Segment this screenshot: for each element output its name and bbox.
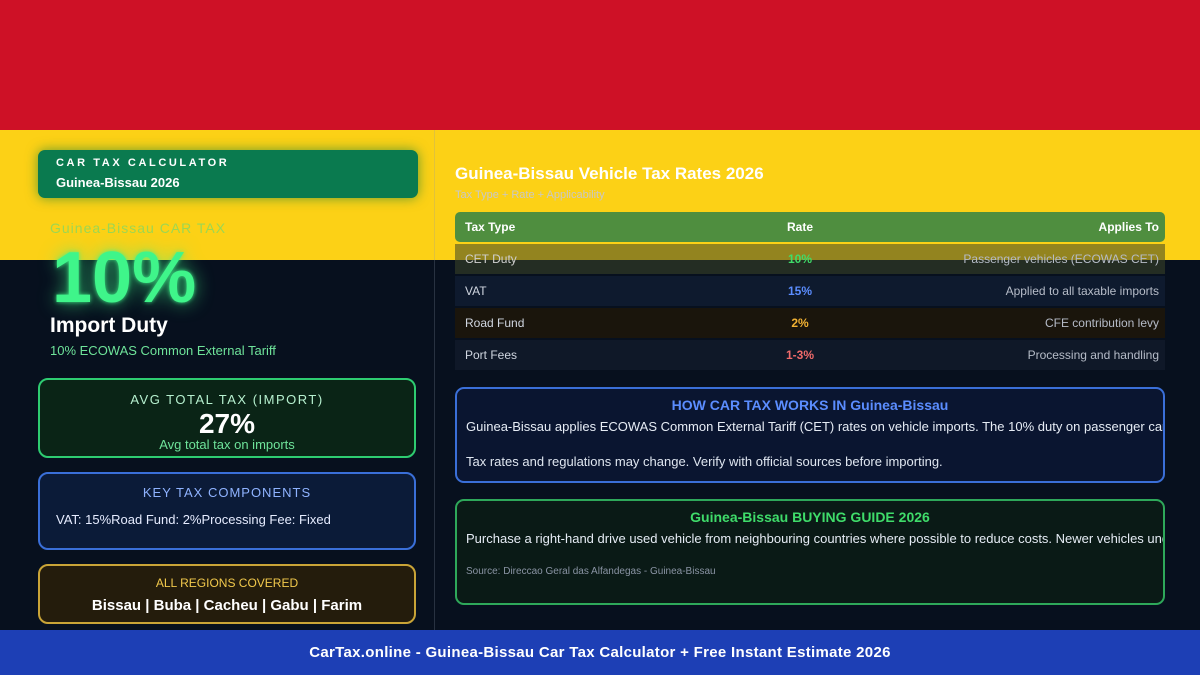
hero-label: Import Duty: [50, 314, 168, 337]
footer-text: CarTax.online - Guinea-Bissau Car Tax Ca…: [309, 644, 891, 661]
header-tax-type: Tax Type: [465, 220, 516, 234]
table-header: Tax Type Rate Applies To: [455, 212, 1165, 242]
row-rate: 15%: [787, 284, 813, 298]
avg-card-title: AVG TOTAL TAX (IMPORT): [130, 392, 324, 407]
badge-subtitle: Guinea-Bissau 2026: [56, 175, 180, 190]
how-it-works-panel: HOW CAR TAX WORKS IN Guinea-Bissau Guine…: [455, 387, 1165, 483]
how-note: Tax rates and regulations may change. Ve…: [466, 454, 943, 469]
hero-rate: 10%: [52, 238, 197, 318]
row-tax-type: Road Fund: [465, 316, 525, 330]
table-row: Port Fees 1-3% Processing and handling: [455, 340, 1165, 370]
guide-source: Source: Direccao Geral das Alfandegas - …: [466, 566, 716, 577]
column-divider: [434, 130, 435, 630]
row-rate: 2%: [791, 316, 809, 330]
row-applies-to: Processing and handling: [1027, 348, 1159, 362]
header-rate: Rate: [786, 220, 813, 234]
flag-red-band: [0, 0, 1200, 130]
row-rate: 1-3%: [785, 348, 814, 362]
components-card-title: KEY TAX COMPONENTS: [142, 485, 312, 500]
regions-card: ALL REGIONS COVERED Bissau | Buba | Cach…: [38, 564, 416, 624]
regions-card-title: ALL REGIONS COVERED: [155, 576, 299, 590]
avg-total-tax-card: AVG TOTAL TAX (IMPORT) 27% Avg total tax…: [38, 378, 416, 458]
row-tax-type: VAT: [465, 284, 487, 298]
table-row: VAT 15% Applied to all taxable imports: [455, 276, 1165, 306]
badge-title: CAR TAX CALCULATOR: [56, 157, 230, 169]
row-applies-to: Passenger vehicles (ECOWAS CET): [963, 252, 1159, 266]
calculator-badge: CAR TAX CALCULATOR Guinea-Bissau 2026: [38, 150, 418, 198]
row-rate: 10%: [787, 252, 813, 266]
table-row: Road Fund 2% CFE contribution levy: [455, 308, 1165, 338]
row-applies-to: Applied to all taxable imports: [1005, 284, 1159, 298]
components-card-text: VAT: 15%Road Fund: 2%Processing Fee: Fix…: [56, 512, 331, 527]
guide-title: Guinea-Bissau BUYING GUIDE 2026: [690, 509, 930, 525]
footer-banner: CarTax.online - Guinea-Bissau Car Tax Ca…: [0, 630, 1200, 675]
row-applies-to: CFE contribution levy: [1044, 316, 1159, 330]
regions-card-text: Bissau | Buba | Cacheu | Gabu | Farim: [91, 597, 363, 614]
rates-table: Tax Type Rate Applies To CET Duty 10% Pa…: [455, 212, 1165, 370]
header-applies-to: Applies To: [1098, 220, 1159, 234]
avg-card-subtitle: Avg total tax on imports: [159, 437, 295, 452]
rates-subtitle: Tax Type + Rate + Applicability: [455, 189, 605, 201]
key-components-card: KEY TAX COMPONENTS VAT: 15%Road Fund: 2%…: [38, 472, 416, 550]
how-title: HOW CAR TAX WORKS IN Guinea-Bissau: [671, 397, 949, 413]
buying-guide-panel: Guinea-Bissau BUYING GUIDE 2026 Purchase…: [455, 499, 1165, 605]
hero-description: 10% ECOWAS Common External Tariff: [50, 343, 276, 358]
rates-title: Guinea-Bissau Vehicle Tax Rates 2026: [455, 164, 764, 183]
table-row: CET Duty 10% Passenger vehicles (ECOWAS …: [455, 244, 1165, 274]
row-tax-type: Port Fees: [465, 348, 518, 362]
guide-text: Purchase a right-hand drive used vehicle…: [466, 531, 1165, 546]
avg-card-value: 27%: [198, 408, 256, 439]
hero-kicker: Guinea-Bissau CAR TAX: [50, 220, 227, 236]
row-tax-type: CET Duty: [465, 252, 517, 266]
how-text: Guinea-Bissau applies ECOWAS Common Exte…: [466, 419, 1165, 434]
